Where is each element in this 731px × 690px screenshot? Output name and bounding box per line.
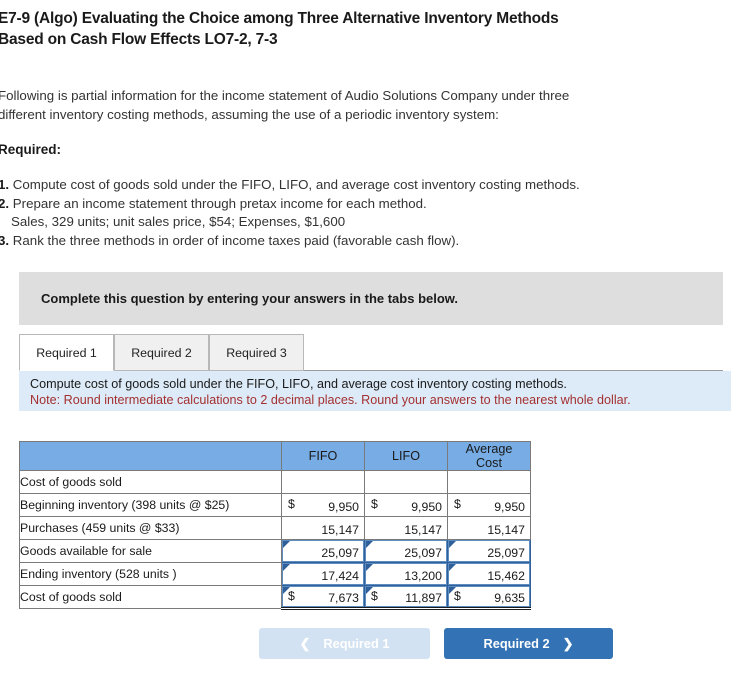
table-header-average-cost: Average Cost xyxy=(447,441,531,471)
problem-intro: Following is partial information for the… xyxy=(0,86,698,124)
cell-lifo[interactable]: 15,147 xyxy=(364,516,448,540)
previous-required-button[interactable]: ❮ Required 1 xyxy=(259,628,430,659)
exercise-page: E7-9 (Algo) Evaluating the Choice among … xyxy=(0,0,731,690)
requirement-item-2-detail: Sales, 329 units; unit sales price, $54;… xyxy=(0,213,708,232)
table-row: Cost of goods sold xyxy=(19,470,531,494)
tab-strip: Required 1 Required 2 Required 3 xyxy=(19,334,723,371)
problem-title: E7-9 (Algo) Evaluating the Choice among … xyxy=(0,8,731,50)
tab-note-instruction: Compute cost of goods sold under the FIF… xyxy=(30,377,567,391)
requirements-list: 1. Compute cost of goods sold under the … xyxy=(0,176,708,250)
cell-value: 15,147 xyxy=(487,522,525,537)
cell-value: 25,097 xyxy=(487,545,525,560)
requirement-number: 3. xyxy=(0,232,10,248)
problem-intro-line-2: different inventory costing methods, ass… xyxy=(0,107,499,122)
problem-title-line-1: E7-9 (Algo) Evaluating the Choice among … xyxy=(0,10,559,27)
problem-title-line-2: Based on Cash Flow Effects LO7-2, 7-3 xyxy=(0,31,278,48)
cell-average-cost[interactable]: 25,097 xyxy=(447,539,531,563)
chevron-left-icon: ❮ xyxy=(299,636,311,651)
cell-value: 13,200 xyxy=(404,568,442,583)
cell-lifo[interactable] xyxy=(364,470,448,494)
cell-fifo[interactable]: $ 9,950 xyxy=(281,493,365,517)
currency-symbol: $ xyxy=(371,589,378,603)
cell-value xyxy=(448,481,530,484)
table-header-average-cost-line2: Cost xyxy=(476,456,502,470)
requirement-item-1: 1. Compute cost of goods sold under the … xyxy=(0,176,708,195)
cell-value: 25,097 xyxy=(404,545,442,560)
cell-value: 15,462 xyxy=(487,568,525,583)
problem-intro-line-1: Following is partial information for the… xyxy=(0,88,570,103)
row-label: Ending inventory (528 units ) xyxy=(19,562,282,586)
table-header-average-cost-line1: Average xyxy=(465,442,513,456)
next-required-label: Required 2 xyxy=(483,636,550,651)
table-header-row: FIFO LIFO Average Cost xyxy=(19,441,531,471)
cell-value: 15,147 xyxy=(404,522,442,537)
cell-lifo[interactable]: $ 9,950 xyxy=(364,493,448,517)
row-label: Goods available for sale xyxy=(19,539,282,563)
currency-symbol: $ xyxy=(288,589,295,603)
cell-fifo[interactable]: $ 7,673 xyxy=(281,585,365,610)
table-header-fifo: FIFO xyxy=(281,441,365,471)
currency-symbol: $ xyxy=(454,589,461,603)
instruction-band-text: Complete this question by entering your … xyxy=(41,291,459,306)
table-row: Cost of goods sold $ 7,673 $ 11,897 $ 9,… xyxy=(19,585,531,610)
tab-required-3[interactable]: Required 3 xyxy=(209,334,304,371)
cell-fifo[interactable] xyxy=(281,470,365,494)
cell-lifo[interactable]: $ 11,897 xyxy=(364,585,448,610)
cell-lifo[interactable]: 25,097 xyxy=(364,539,448,563)
requirement-text: Compute cost of goods sold under the FIF… xyxy=(12,177,580,192)
row-label: Purchases (459 units @ $33) xyxy=(19,516,282,540)
cell-fifo[interactable]: 15,147 xyxy=(281,516,365,540)
table-row: Purchases (459 units @ $33) 15,147 15,14… xyxy=(19,516,531,540)
cell-average-cost[interactable]: $ 9,635 xyxy=(447,585,531,610)
cell-fifo[interactable]: 17,424 xyxy=(281,562,365,586)
table-row: Goods available for sale 25,097 25,097 2… xyxy=(19,539,531,563)
required-heading: Required: xyxy=(0,142,62,157)
table-header-blank xyxy=(19,441,282,471)
requirement-item-3: 3. Rank the three methods in order of in… xyxy=(0,232,708,251)
table-row: Beginning inventory (398 units @ $25) $ … xyxy=(19,493,531,517)
next-required-button[interactable]: Required 2 ❯ xyxy=(444,628,613,659)
tab-required-1[interactable]: Required 1 xyxy=(19,334,114,371)
requirement-item-2: 2. Prepare an income statement through p… xyxy=(0,195,708,214)
tab-strip-filler xyxy=(304,334,723,371)
tab-required-1-label: Required 1 xyxy=(36,345,97,360)
cogs-answer-table: FIFO LIFO Average Cost Cost of goods sol… xyxy=(19,441,531,610)
requirement-text: Prepare an income statement through pret… xyxy=(12,195,427,211)
instruction-band: Complete this question by entering your … xyxy=(19,272,723,325)
tab-note-band: Compute cost of goods sold under the FIF… xyxy=(19,371,731,411)
requirement-text: Rank the three methods in order of incom… xyxy=(12,232,460,248)
previous-required-label: Required 1 xyxy=(323,636,390,651)
row-label: Cost of goods sold xyxy=(19,585,282,609)
tab-required-2-label: Required 2 xyxy=(131,345,192,360)
requirement-number: 2. xyxy=(0,195,10,211)
table-header-lifo: LIFO xyxy=(364,441,448,471)
currency-symbol: $ xyxy=(371,497,378,511)
table-row: Ending inventory (528 units ) 17,424 13,… xyxy=(19,562,531,586)
row-label: Cost of goods sold xyxy=(19,470,282,494)
cell-value xyxy=(282,481,364,484)
cell-average-cost[interactable]: 15,462 xyxy=(447,562,531,586)
requirement-text: Sales, 329 units; unit sales price, $54;… xyxy=(11,214,346,229)
tab-required-3-label: Required 3 xyxy=(226,345,287,360)
cell-value xyxy=(365,481,447,484)
cell-average-cost[interactable]: 15,147 xyxy=(447,516,531,540)
cell-average-cost[interactable]: $ 9,950 xyxy=(447,493,531,517)
tab-required-2[interactable]: Required 2 xyxy=(114,334,209,371)
cell-value: 17,424 xyxy=(321,568,359,583)
cell-value: 15,147 xyxy=(321,522,359,537)
currency-symbol: $ xyxy=(288,497,295,511)
row-label: Beginning inventory (398 units @ $25) xyxy=(19,493,282,517)
chevron-right-icon: ❯ xyxy=(562,636,574,651)
tab-note-rounding: Note: Round intermediate calculations to… xyxy=(30,393,631,407)
cell-value: 25,097 xyxy=(321,545,359,560)
cell-lifo[interactable]: 13,200 xyxy=(364,562,448,586)
requirement-number: 1. xyxy=(0,177,10,192)
currency-symbol: $ xyxy=(454,497,461,511)
cell-fifo[interactable]: 25,097 xyxy=(281,539,365,563)
cell-average-cost[interactable] xyxy=(447,470,531,494)
